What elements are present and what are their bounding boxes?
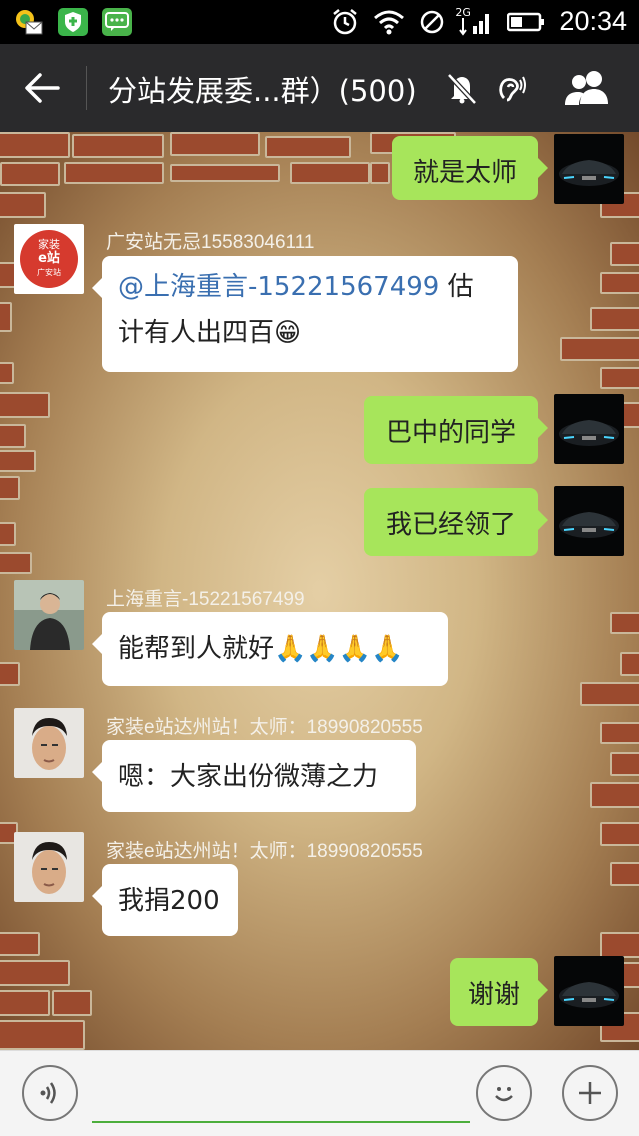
- sender-avatar-shanghai[interactable]: [14, 580, 84, 650]
- signal-icon: 2G: [455, 6, 493, 36]
- message-bubble-incoming[interactable]: 能帮到人就好🙏🙏🙏🙏: [92, 612, 448, 686]
- plus-icon: [579, 1082, 601, 1104]
- message-bubble-incoming[interactable]: 我捐200: [92, 864, 238, 936]
- voice-icon: [40, 1082, 56, 1104]
- voice-input-button[interactable]: [22, 1065, 78, 1121]
- alarm-icon: [333, 8, 358, 34]
- logo-text-line1: 家装: [38, 238, 60, 251]
- do-not-disturb-icon: [421, 10, 444, 33]
- sender-name: 上海重言-15221567499: [106, 589, 305, 610]
- logo-text-line2: e站: [38, 251, 60, 266]
- message-bubble-outgoing[interactable]: 我已经领了: [364, 488, 548, 556]
- my-avatar[interactable]: [554, 394, 624, 464]
- sms-notification-icon: [14, 8, 44, 36]
- wifi-icon: [374, 10, 405, 34]
- sender-avatar-dazhou[interactable]: [14, 832, 84, 902]
- chat-notification-icon: [102, 8, 132, 36]
- earpiece-mode-icon[interactable]: [492, 70, 528, 106]
- more-options-button[interactable]: [562, 1065, 618, 1121]
- mention-link[interactable]: @上海重言-15221567499: [118, 272, 439, 302]
- my-avatar[interactable]: [554, 134, 624, 204]
- smiley-icon: [495, 1087, 513, 1102]
- shield-icon: [58, 8, 88, 36]
- sender-name: 广安站无忌15583046111: [106, 232, 315, 253]
- chat-message-list[interactable]: 就是太师 家装 e站 广安站 广安站无忌15583046111 @上海重言-15…: [0, 132, 639, 1050]
- my-avatar[interactable]: [554, 956, 624, 1026]
- message-bubble-outgoing[interactable]: 谢谢: [450, 958, 548, 1026]
- message-bubble-incoming[interactable]: 嗯：大家出份微薄之力: [92, 740, 416, 812]
- back-arrow-icon[interactable]: [22, 68, 62, 108]
- message-bubble-outgoing[interactable]: 巴中的同学: [364, 396, 548, 464]
- clock: 20:34: [559, 6, 627, 36]
- sender-name: 家装e站达州站！太师：18990820555: [106, 841, 423, 862]
- group-members-icon[interactable]: [562, 68, 614, 108]
- text-input-field[interactable]: [92, 1121, 470, 1123]
- message-input-bar: [0, 1050, 639, 1136]
- emoji-button[interactable]: [476, 1065, 532, 1121]
- logo-text-line3: 广安站: [37, 268, 61, 277]
- sender-avatar-dazhou[interactable]: [14, 708, 84, 778]
- status-bar: 2G 20:34: [0, 0, 639, 44]
- header-divider: [86, 66, 87, 110]
- chat-title: 分站发展委...群）(500): [108, 74, 417, 108]
- sender-avatar-guangan[interactable]: 家装 e站 广安站: [14, 224, 84, 294]
- message-bubble-outgoing[interactable]: 就是太师: [392, 136, 548, 200]
- my-avatar[interactable]: [554, 486, 624, 556]
- sender-name: 家装e站达州站！太师：18990820555: [106, 717, 423, 738]
- message-text-part: 估: [439, 272, 474, 302]
- message-bubble-incoming[interactable]: @上海重言-15221567499 估 计有人出四百😁: [92, 256, 518, 372]
- chat-header: 分站发展委...群）(500): [0, 44, 639, 132]
- mute-bell-icon[interactable]: [444, 70, 480, 106]
- message-text-line: 计有人出四百😁: [118, 318, 302, 348]
- battery-icon: [507, 12, 545, 31]
